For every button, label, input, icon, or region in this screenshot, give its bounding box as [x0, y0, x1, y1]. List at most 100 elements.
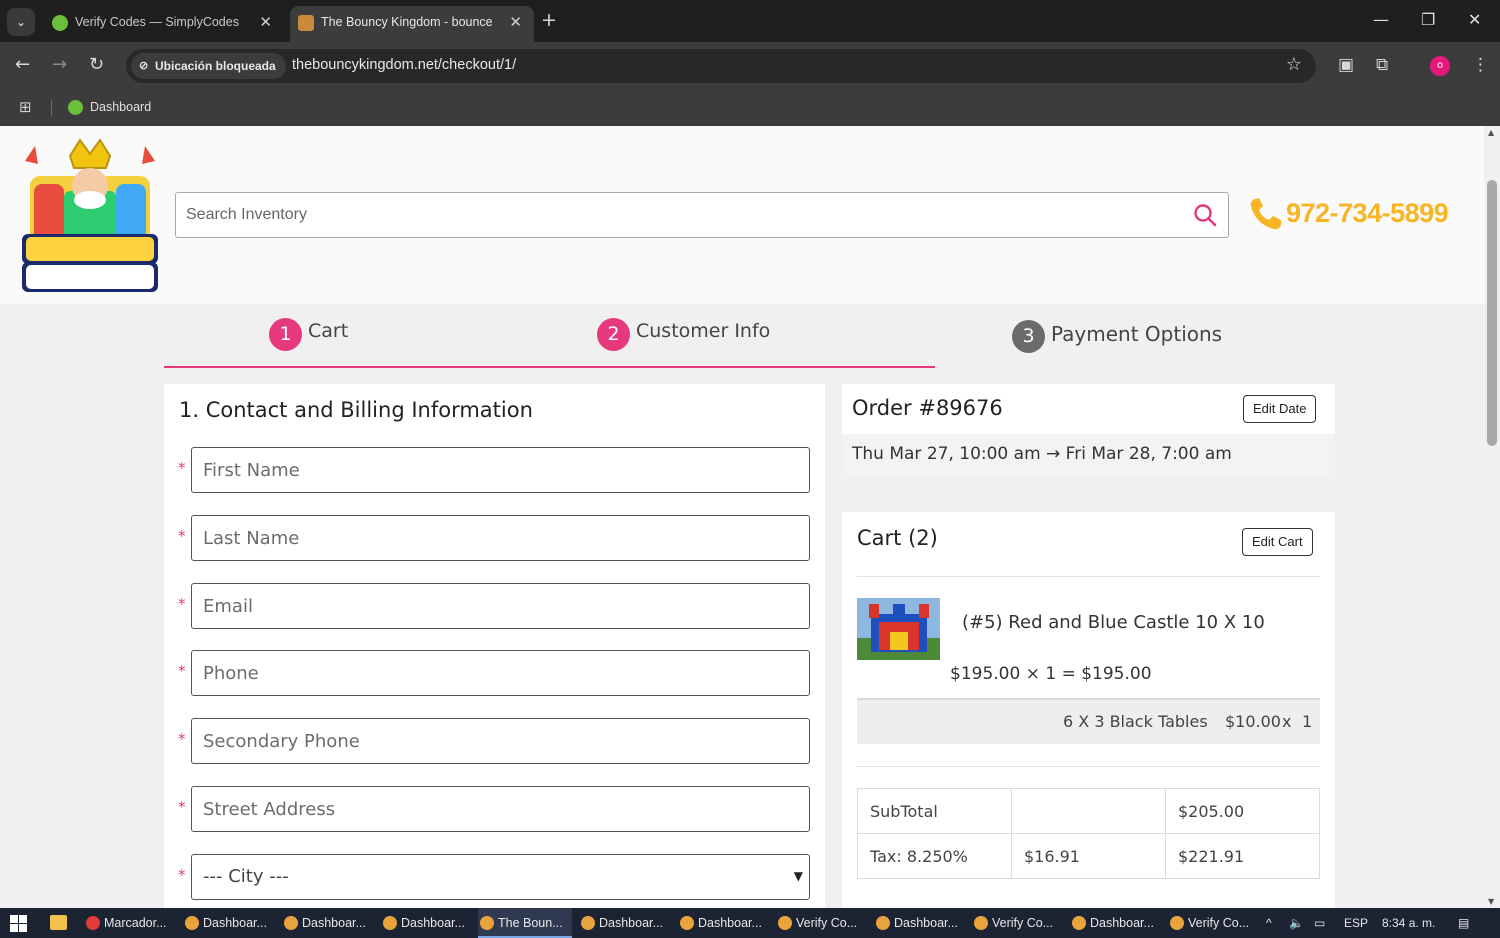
last-name-input[interactable]	[191, 515, 810, 561]
bookmark-star-icon[interactable]: ☆	[1286, 54, 1302, 75]
browser-tab-strip: ⌄ Verify Codes — SimplyCodes ✕ The Bounc…	[0, 0, 1500, 42]
bookmarks-divider	[51, 100, 52, 116]
edit-cart-button[interactable]: Edit Cart	[1242, 528, 1313, 556]
secondary-phone-input[interactable]	[191, 718, 810, 764]
taskbar-item[interactable]: Dashboar...	[381, 908, 465, 938]
subtotal-empty-cell	[1011, 788, 1166, 834]
reload-icon[interactable]: ↻	[89, 54, 104, 75]
table-row: SubTotal $205.00	[857, 788, 1320, 834]
cart-panel: Cart (2) Edit Cart (#5) Red and Blue Cas…	[842, 512, 1335, 908]
search-inventory-box	[175, 192, 1229, 238]
bookmark-label: Dashboard	[90, 100, 152, 114]
chrome-icon	[778, 916, 792, 930]
site-info-chip[interactable]: ⊘ Ubicación bloqueada	[131, 53, 286, 79]
total-value: $221.91	[1165, 833, 1320, 879]
cart-title: Cart (2)	[857, 526, 938, 550]
extensions-puzzle-icon[interactable]: ⧉	[1376, 55, 1388, 75]
cart-item-name[interactable]: (#5) Red and Blue Castle 10 X 10	[962, 612, 1265, 633]
tab-bouncy-kingdom[interactable]: The Bouncy Kingdom - bounce ✕	[290, 6, 534, 42]
new-tab-icon[interactable]: +	[541, 9, 557, 31]
taskbar-item[interactable]: Verify Co...	[1168, 908, 1249, 938]
minimize-icon[interactable]: —	[1373, 10, 1389, 29]
required-marker: *	[178, 459, 186, 477]
taskbar-item[interactable]: Verify Co...	[776, 908, 857, 938]
form-title: 1. Contact and Billing Information	[179, 398, 533, 422]
close-window-icon[interactable]: ✕	[1468, 10, 1481, 29]
profile-avatar[interactable]: o	[1430, 56, 1450, 76]
tab-title: The Bouncy Kingdom - bounce	[321, 15, 493, 29]
restore-icon[interactable]: ❐	[1421, 10, 1435, 29]
addon-times: x	[1282, 712, 1292, 731]
taskbar-item[interactable]: Dashboar...	[874, 908, 958, 938]
subtotal-label: SubTotal	[857, 788, 1012, 834]
opera-icon	[86, 916, 100, 930]
last-name-field: *	[178, 515, 810, 561]
extension-icon[interactable]: ▣	[1338, 55, 1354, 75]
page-scrollbar[interactable]: ▲ ▼	[1484, 126, 1500, 908]
bouncy-kingdom-logo[interactable]	[20, 136, 160, 296]
taskbar-item[interactable]: Dashboar...	[579, 908, 663, 938]
url-text[interactable]: thebouncykingdom.net/checkout/1/	[292, 57, 516, 73]
phone-icon	[1250, 198, 1281, 230]
back-icon[interactable]: ←	[15, 54, 30, 75]
subtotal-value: $205.00	[1165, 788, 1320, 834]
taskbar-item-label: The Boun...	[498, 916, 563, 930]
volume-icon[interactable]: 🔈	[1289, 908, 1304, 938]
windows-start-icon[interactable]	[10, 915, 27, 932]
addon-name: 6 X 3 Black Tables	[1063, 712, 1208, 731]
castle-product-image[interactable]	[857, 598, 940, 660]
totals-table: SubTotal $205.00 Tax: 8.250% $16.91 $221…	[857, 788, 1320, 879]
windows-taskbar: Marcador... Dashboar... Dashboar... Dash…	[0, 908, 1500, 938]
scroll-up-icon[interactable]: ▲	[1488, 128, 1494, 137]
file-explorer-icon[interactable]	[50, 915, 67, 930]
taskbar-item[interactable]: Marcador...	[84, 908, 167, 938]
close-tab-icon[interactable]: ✕	[259, 13, 272, 31]
required-marker: *	[178, 798, 186, 816]
chrome-icon	[1072, 916, 1086, 930]
taskbar-item[interactable]: Verify Co...	[972, 908, 1053, 938]
edit-date-button[interactable]: Edit Date	[1243, 395, 1317, 423]
bookmark-dashboard[interactable]: Dashboard	[66, 96, 151, 118]
tax-value: $16.91	[1011, 833, 1166, 879]
search-input[interactable]	[186, 199, 1176, 231]
phone-number[interactable]: 972-734-5899	[1286, 198, 1449, 229]
street-address-input[interactable]	[191, 786, 810, 832]
email-field: *	[178, 583, 810, 629]
required-marker: *	[178, 662, 186, 680]
taskbar-item-label: Dashboar...	[599, 916, 663, 930]
search-icon[interactable]	[1192, 202, 1218, 228]
taskbar-item[interactable]: Dashboar...	[282, 908, 366, 938]
tab-verify-codes[interactable]: Verify Codes — SimplyCodes ✕	[44, 6, 284, 42]
browser-menu-icon[interactable]: ⋮	[1472, 55, 1489, 75]
close-tab-icon[interactable]: ✕	[509, 13, 522, 31]
first-name-input[interactable]	[191, 447, 810, 493]
tab-title: Verify Codes — SimplyCodes	[75, 15, 239, 29]
cart-item-price: $195.00 × 1 = $195.00	[950, 664, 1152, 684]
phone-input[interactable]	[191, 650, 810, 696]
page-viewport: 972-734-5899 1 Cart 2 Customer Info 3 Pa…	[0, 126, 1484, 908]
scrollbar-thumb[interactable]	[1487, 180, 1497, 446]
taskbar-item[interactable]: Dashboar...	[183, 908, 267, 938]
clock[interactable]: 8:34 a. m.	[1382, 908, 1435, 938]
simplycodes-favicon-icon	[52, 15, 68, 31]
tab-search-button[interactable]: ⌄	[7, 8, 35, 36]
chrome-icon	[185, 916, 199, 930]
apps-grid-icon[interactable]: ⊞	[19, 98, 32, 116]
required-marker: *	[178, 866, 186, 884]
email-input[interactable]	[191, 583, 810, 629]
chrome-icon	[284, 916, 298, 930]
taskbar-item[interactable]: Dashboar...	[1070, 908, 1154, 938]
network-icon[interactable]: ▭	[1314, 908, 1325, 938]
city-select[interactable]: --- City --- ▼	[191, 854, 810, 900]
forward-icon[interactable]: →	[52, 54, 67, 75]
tray-expand-icon[interactable]: ^	[1266, 908, 1272, 938]
address-bar[interactable]: ⊘ Ubicación bloqueada thebouncykingdom.n…	[126, 49, 1316, 83]
language-indicator[interactable]: ESP	[1344, 908, 1368, 938]
order-number: Order #89676	[852, 396, 1003, 420]
notifications-icon[interactable]: ▤	[1458, 908, 1469, 938]
taskbar-item[interactable]: Dashboar...	[678, 908, 762, 938]
chrome-icon	[1170, 916, 1184, 930]
taskbar-item-label: Verify Co...	[1188, 916, 1250, 930]
scroll-down-icon[interactable]: ▼	[1488, 897, 1494, 906]
taskbar-item-active[interactable]: The Boun...	[478, 908, 572, 938]
